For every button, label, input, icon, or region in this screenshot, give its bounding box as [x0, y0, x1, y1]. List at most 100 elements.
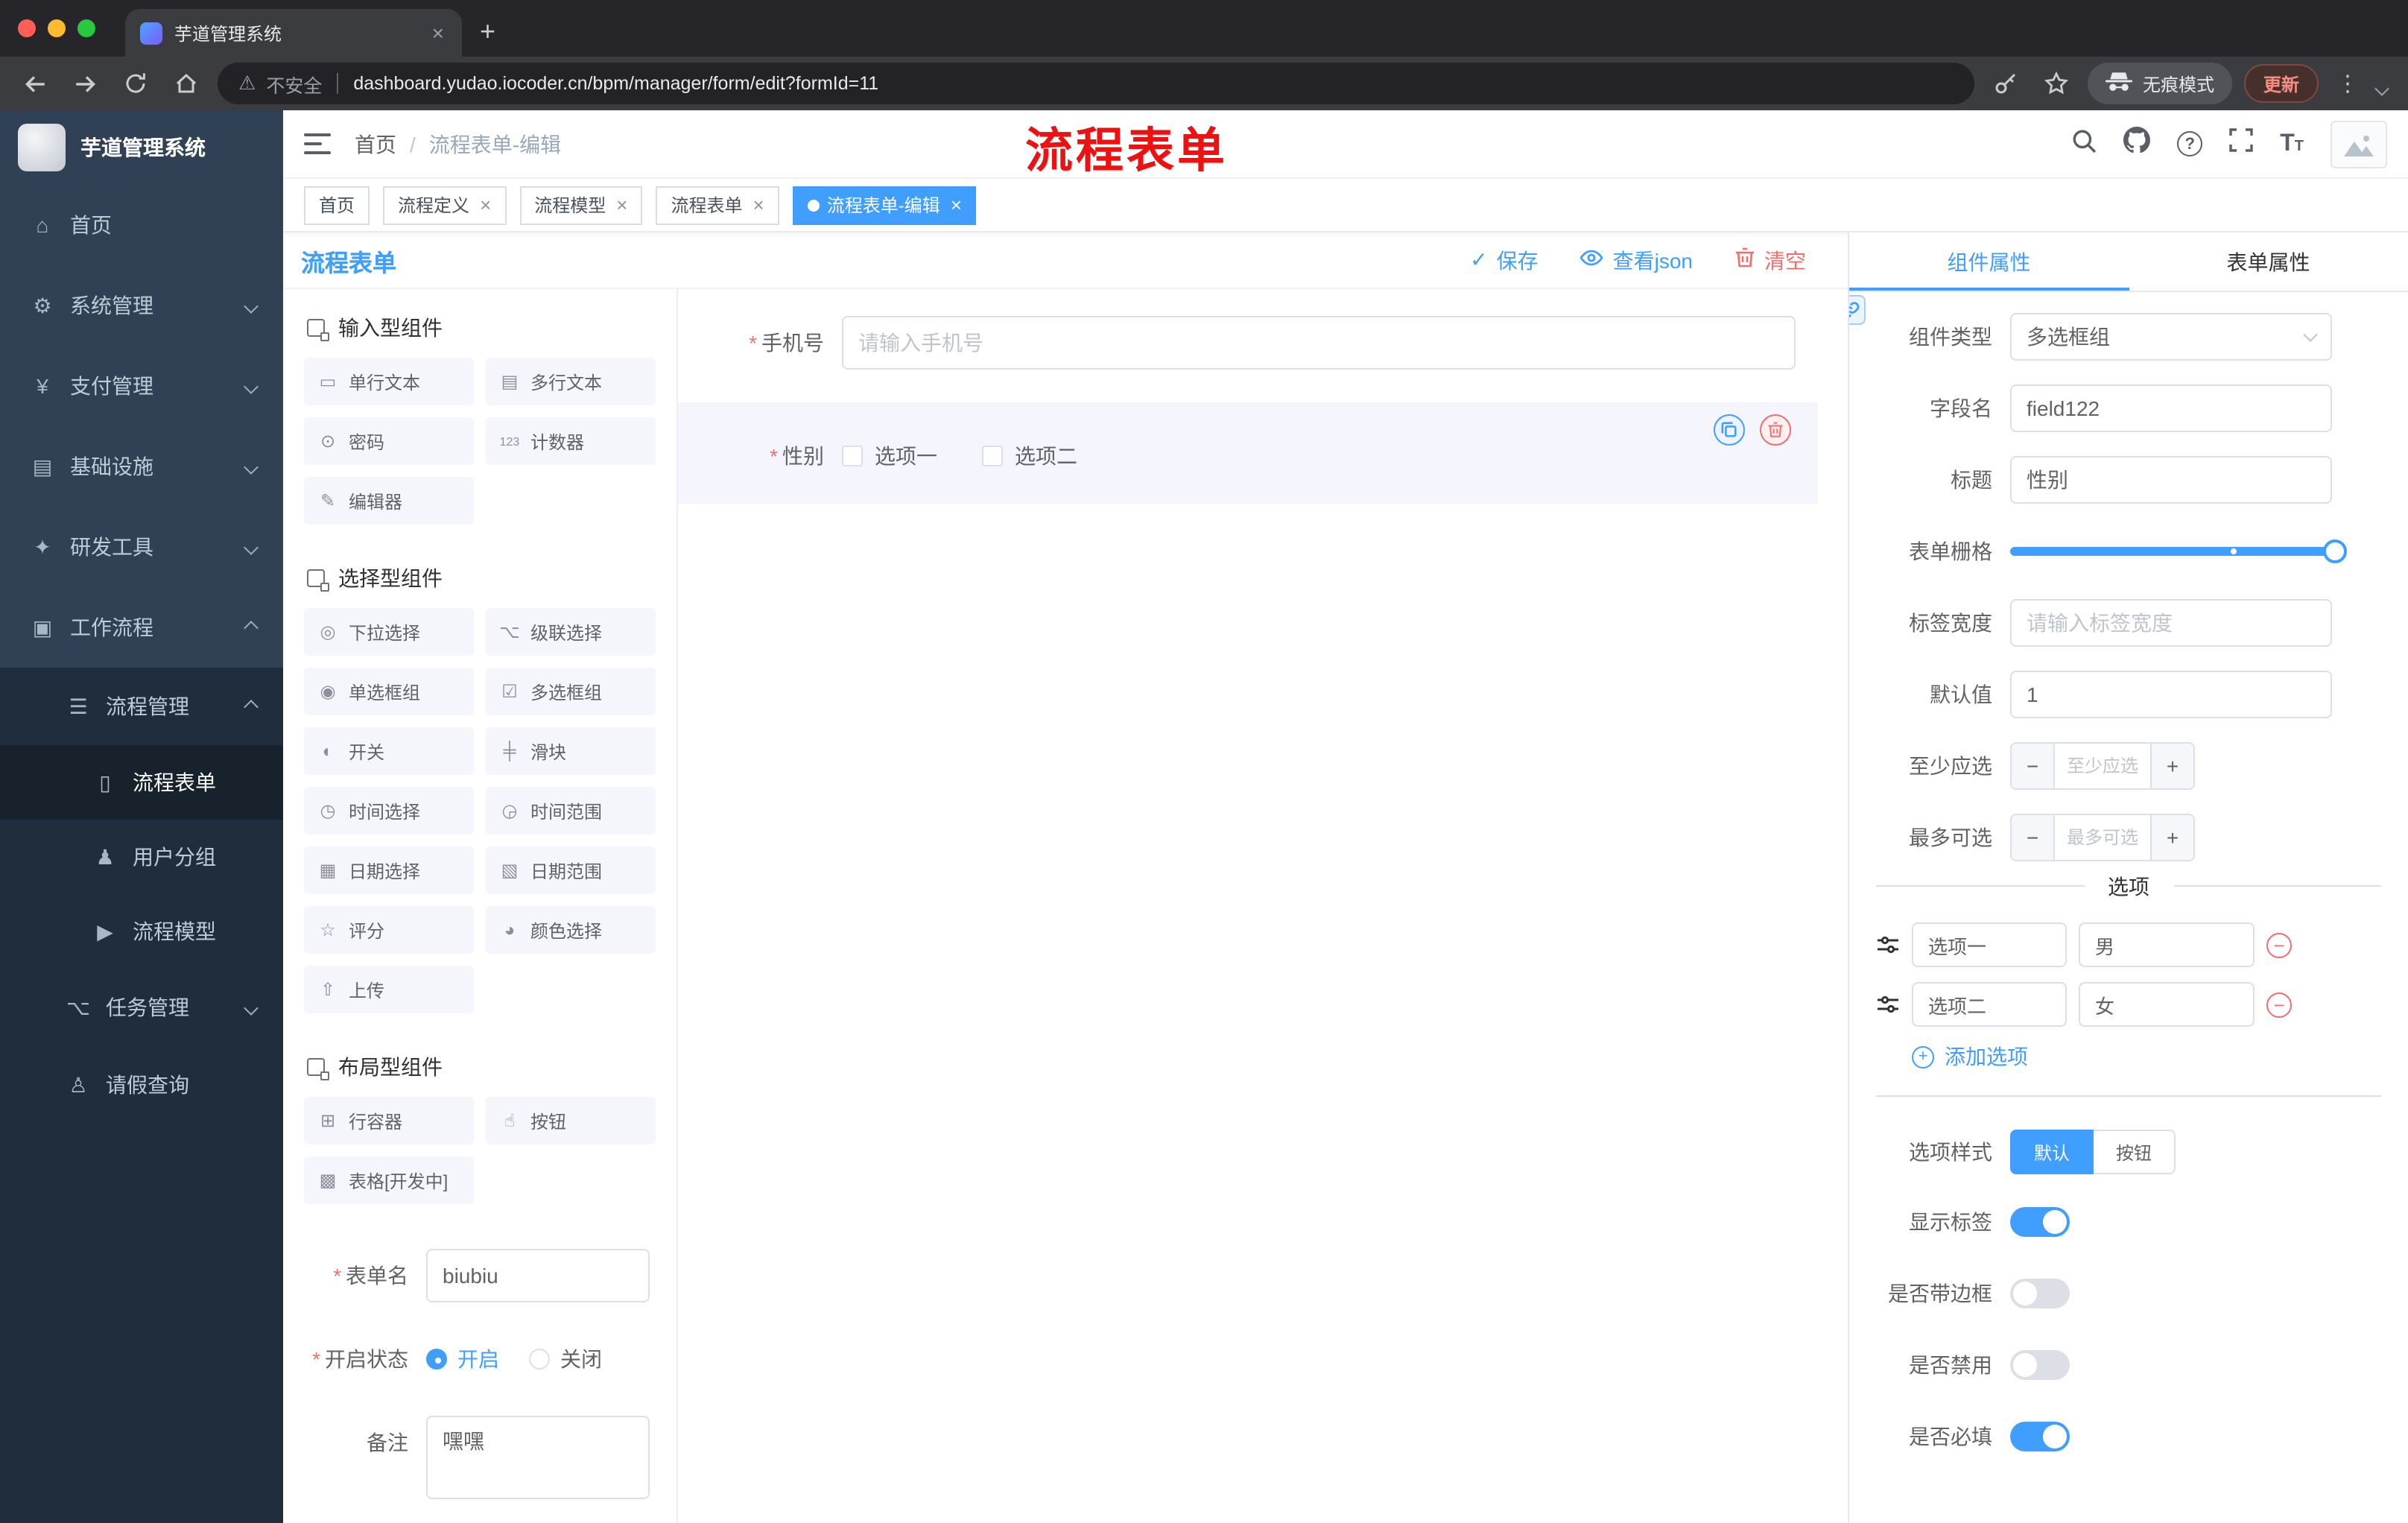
browser-menu-icon[interactable]: ⋮ — [2331, 70, 2365, 97]
min-select-input[interactable] — [2055, 744, 2150, 788]
hamburger-icon[interactable] — [304, 133, 331, 155]
view-json-button[interactable]: 查看json — [1580, 245, 1693, 275]
label-width-input[interactable] — [2010, 599, 2332, 647]
option-label-input[interactable] — [1912, 922, 2067, 967]
chevron-down-icon[interactable] — [2374, 80, 2389, 95]
home-icon[interactable] — [167, 64, 206, 103]
palette-item-slider[interactable]: ╪ 滑块 — [486, 727, 656, 775]
field-gender-selected[interactable]: * 性别 选项一 选项二 — [678, 402, 1818, 504]
remove-option-icon[interactable]: − — [2266, 932, 2292, 957]
window-close-button[interactable] — [18, 19, 36, 37]
field-phone[interactable]: * 手机号 — [678, 316, 1848, 370]
back-icon[interactable] — [15, 64, 54, 103]
palette-item-table[interactable]: ▩ 表格[开发中] — [304, 1156, 474, 1204]
checkbox-icon[interactable] — [842, 446, 863, 466]
update-button[interactable]: 更新 — [2243, 64, 2319, 103]
window-zoom-button[interactable] — [77, 19, 95, 37]
palette-item-checkbox-group[interactable]: ☑ 多选框组 — [486, 668, 656, 715]
minus-icon[interactable]: − — [2012, 744, 2055, 788]
form-remark-textarea[interactable]: 嘿嘿 — [426, 1416, 650, 1499]
bookmark-star-icon[interactable] — [2037, 64, 2076, 103]
close-icon[interactable]: × — [951, 194, 962, 216]
form-canvas[interactable]: * 手机号 请输入手机号 * 性别 选项一 选项二 — [678, 289, 1848, 1523]
search-icon[interactable] — [2071, 127, 2097, 160]
clear-button[interactable]: 清空 — [1734, 245, 1806, 275]
palette-item-switch[interactable]: ◐ 开关 — [304, 727, 474, 775]
max-select-input[interactable] — [2055, 815, 2150, 860]
palette-item-counter[interactable]: 123 计数器 — [486, 417, 656, 465]
reload-icon[interactable] — [116, 64, 155, 103]
window-minimize-button[interactable] — [48, 19, 66, 37]
sidebar-item-process-form[interactable]: ▯ 流程表单 — [0, 745, 283, 820]
sidebar-item-user-group[interactable]: ♟ 用户分组 — [0, 820, 283, 894]
sidebar-item-devtools[interactable]: ✦ 研发工具 — [0, 507, 283, 587]
style-default-button[interactable]: 默认 — [2010, 1130, 2094, 1174]
option-value-input[interactable] — [2079, 982, 2255, 1027]
slider-handle[interactable] — [2323, 539, 2347, 563]
field-name-input[interactable] — [2010, 384, 2332, 432]
delete-field-icon[interactable] — [1760, 414, 1791, 446]
copy-field-icon[interactable] — [1714, 414, 1745, 446]
user-avatar[interactable] — [2331, 120, 2387, 168]
tag-home[interactable]: 首页 — [304, 186, 370, 224]
address-bar[interactable]: ⚠ 不安全 dashboard.yudao.iocoder.cn/bpm/man… — [218, 63, 1974, 104]
palette-item-select[interactable]: ◎ 下拉选择 — [304, 608, 474, 656]
add-option-button[interactable]: + 添加选项 — [1912, 1042, 2408, 1071]
palette-item-password[interactable]: ⊙ 密码 — [304, 417, 474, 465]
tag-process-form-edit[interactable]: 流程表单-编辑 × — [792, 186, 977, 224]
palette-item-button[interactable]: ☝ 按钮 — [486, 1097, 656, 1144]
border-toggle[interactable] — [2010, 1279, 2070, 1308]
palette-item-date-picker[interactable]: ▦ 日期选择 — [304, 846, 474, 894]
plus-icon[interactable]: + — [2150, 744, 2193, 788]
status-off-radio[interactable]: 关闭 — [529, 1344, 602, 1374]
sidebar-item-task-management[interactable]: ⌥ 任务管理 — [0, 969, 283, 1046]
close-icon[interactable]: × — [753, 194, 764, 216]
github-icon[interactable] — [2123, 127, 2151, 161]
save-button[interactable]: ✓ 保存 — [1470, 245, 1538, 275]
sidebar-item-leave-query[interactable]: ♙ 请假查询 — [0, 1046, 283, 1124]
sidebar-item-workflow[interactable]: ▣ 工作流程 — [0, 587, 283, 668]
show-label-toggle[interactable] — [2010, 1207, 2070, 1237]
option-label-input[interactable] — [1912, 982, 2067, 1027]
tab-component-props[interactable]: 组件属性 — [1849, 232, 2129, 291]
disabled-toggle[interactable] — [2010, 1350, 2070, 1380]
tab-form-props[interactable]: 表单属性 — [2129, 232, 2408, 291]
sidebar-item-home[interactable]: ⌂ 首页 — [0, 185, 283, 265]
palette-item-color-picker[interactable]: ◕ 颜色选择 — [486, 906, 656, 954]
component-type-select[interactable]: 多选框组 — [2010, 313, 2332, 361]
fullscreen-icon[interactable] — [2229, 128, 2253, 159]
checkbox-icon[interactable] — [982, 446, 1003, 466]
checkbox-option-2[interactable]: 选项二 — [982, 441, 1077, 471]
required-toggle[interactable] — [2010, 1422, 2070, 1451]
drag-handle-icon[interactable] — [1876, 994, 1900, 1015]
palette-item-upload[interactable]: ⇧ 上传 — [304, 966, 474, 1013]
sidebar-logo[interactable]: 芋道管理系统 — [0, 110, 283, 185]
tag-process-model[interactable]: 流程模型 × — [519, 186, 643, 224]
font-size-icon[interactable]: TT — [2280, 130, 2304, 157]
forward-icon[interactable] — [66, 64, 104, 103]
palette-item-row-container[interactable]: ⊞ 行容器 — [304, 1097, 474, 1144]
title-input[interactable] — [2010, 456, 2332, 504]
drag-handle-icon[interactable] — [1876, 934, 1900, 955]
tag-process-form[interactable]: 流程表单 × — [656, 186, 779, 224]
link-icon[interactable] — [1849, 295, 1866, 325]
browser-tab[interactable]: 芋道管理系统 × — [125, 9, 462, 57]
palette-item-multi-text[interactable]: ▤ 多行文本 — [486, 358, 656, 405]
palette-item-single-text[interactable]: ▭ 单行文本 — [304, 358, 474, 405]
sidebar-item-system[interactable]: ⚙ 系统管理 — [0, 265, 283, 346]
plus-icon[interactable]: + — [2150, 815, 2193, 860]
checkbox-option-1[interactable]: 选项一 — [842, 441, 937, 471]
style-button-button[interactable]: 按钮 — [2094, 1130, 2176, 1174]
close-icon[interactable]: × — [616, 194, 627, 216]
sidebar-item-infrastructure[interactable]: ▤ 基础设施 — [0, 426, 283, 507]
palette-item-time-picker[interactable]: ◷ 时间选择 — [304, 787, 474, 835]
default-value-input[interactable] — [2010, 671, 2332, 718]
status-on-radio[interactable]: 开启 — [426, 1344, 499, 1374]
key-icon[interactable] — [1986, 64, 2025, 103]
minus-icon[interactable]: − — [2012, 815, 2055, 860]
palette-item-cascader[interactable]: ⌥ 级联选择 — [486, 608, 656, 656]
palette-item-date-range[interactable]: ▧ 日期范围 — [486, 846, 656, 894]
tab-close-icon[interactable]: × — [429, 21, 447, 45]
breadcrumb-home[interactable]: 首页 — [355, 129, 396, 159]
incognito-profile-chip[interactable]: 无痕模式 — [2087, 63, 2232, 104]
